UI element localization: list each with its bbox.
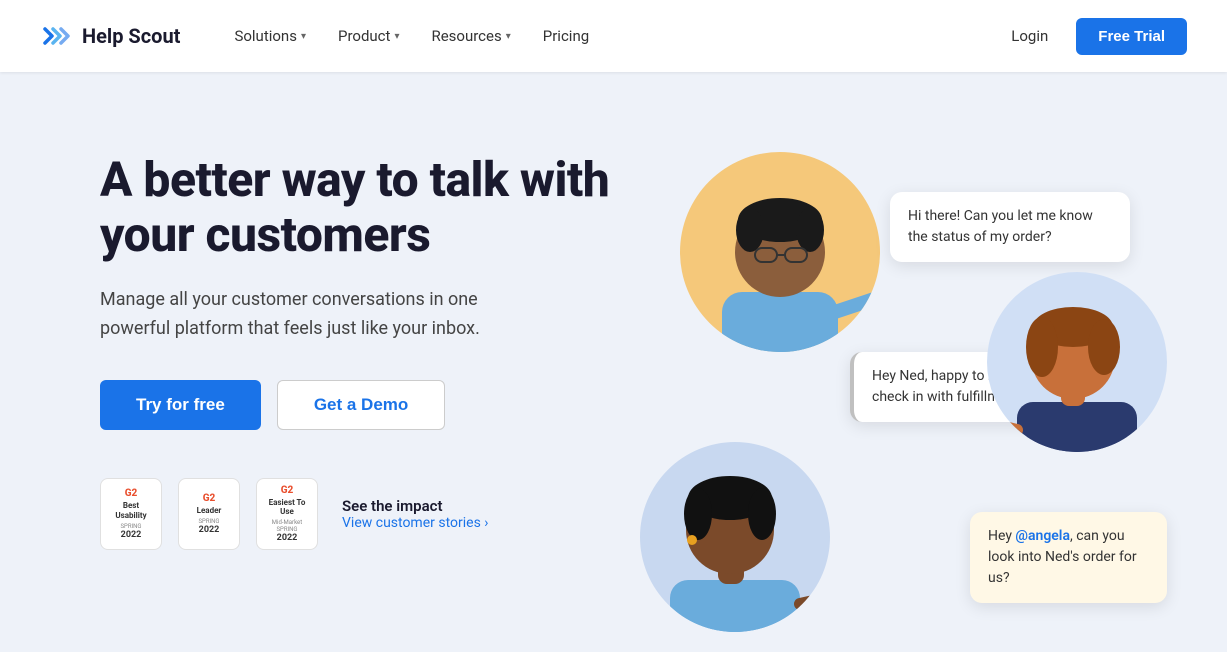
chevron-down-icon: ▾	[506, 31, 511, 42]
nav-pricing-label: Pricing	[543, 27, 589, 45]
nav-product-label: Product	[338, 27, 390, 45]
chat-bubble-3-text-pre: Hey	[988, 528, 1015, 544]
hero-headline: A better way to talk with your customers	[100, 152, 620, 262]
badge-year: 2022	[121, 530, 142, 540]
badge-year: 2022	[277, 533, 298, 543]
badge-easiest-to-use: G2 Easiest To Use Mid-Market SPRING 2022	[256, 478, 318, 550]
badge-title: Easiest To Use	[263, 498, 311, 517]
badge-title: Leader	[197, 506, 222, 516]
chevron-down-icon: ▾	[301, 31, 306, 42]
nav-item-product[interactable]: Product ▾	[324, 19, 413, 53]
navbar-right: Login Free Trial	[999, 18, 1187, 55]
chat-bubble-1: Hi there! Can you let me know the status…	[890, 192, 1130, 262]
logo-icon	[40, 19, 74, 53]
hero-illustration: Hi there! Can you let me know the status…	[600, 132, 1167, 652]
badge-title: Best Usability	[107, 501, 155, 520]
nav-item-resources[interactable]: Resources ▾	[417, 19, 524, 53]
impact-text: See the impact View customer stories ›	[342, 497, 488, 531]
navbar: Help Scout Solutions ▾ Product ▾ Resourc…	[0, 0, 1227, 72]
hero-subtext: Manage all your customer conversations i…	[100, 286, 520, 344]
chat-bubble-3: Hey @angela, can you look into Ned's ord…	[970, 512, 1167, 603]
logo-link[interactable]: Help Scout	[40, 19, 180, 53]
free-trial-button[interactable]: Free Trial	[1076, 18, 1187, 55]
person2-avatar	[987, 272, 1167, 452]
badge-leader: G2 Leader SPRING 2022	[178, 478, 240, 550]
person3-avatar	[640, 442, 830, 632]
badge-g2-label: G2	[203, 493, 216, 504]
get-demo-button[interactable]: Get a Demo	[277, 380, 445, 430]
badge-season: Mid-Market SPRING	[263, 519, 311, 533]
view-stories-link[interactable]: View customer stories ›	[342, 515, 488, 531]
badge-g2-label: G2	[281, 485, 294, 496]
main-nav: Solutions ▾ Product ▾ Resources ▾ Pricin…	[220, 19, 999, 53]
chat-mention: @angela	[1015, 528, 1070, 544]
nav-resources-label: Resources	[431, 27, 501, 45]
person1-illustration	[680, 152, 880, 352]
person2-illustration	[987, 272, 1167, 452]
login-button[interactable]: Login	[999, 19, 1060, 53]
badge-season: SPRING	[120, 523, 141, 530]
chevron-down-icon: ▾	[394, 31, 399, 42]
nav-item-pricing[interactable]: Pricing	[529, 19, 603, 53]
badge-g2-label: G2	[125, 488, 138, 499]
badge-best-usability: G2 Best Usability SPRING 2022	[100, 478, 162, 550]
hero-section: A better way to talk with your customers…	[0, 72, 1227, 652]
hero-content: A better way to talk with your customers…	[100, 132, 620, 550]
try-for-free-button[interactable]: Try for free	[100, 380, 261, 430]
badge-season: SPRING	[198, 518, 219, 525]
hero-buttons: Try for free Get a Demo	[100, 380, 620, 430]
chat-bubble-1-text: Hi there! Can you let me know the status…	[908, 208, 1093, 245]
person3-illustration	[640, 442, 830, 632]
badges-row: G2 Best Usability SPRING 2022 G2 Leader …	[100, 478, 620, 550]
badge-year: 2022	[199, 525, 220, 535]
logo-text: Help Scout	[82, 24, 180, 48]
impact-title: See the impact	[342, 497, 488, 515]
person1-avatar	[680, 152, 880, 352]
nav-item-solutions[interactable]: Solutions ▾	[220, 19, 320, 53]
nav-solutions-label: Solutions	[234, 27, 297, 45]
